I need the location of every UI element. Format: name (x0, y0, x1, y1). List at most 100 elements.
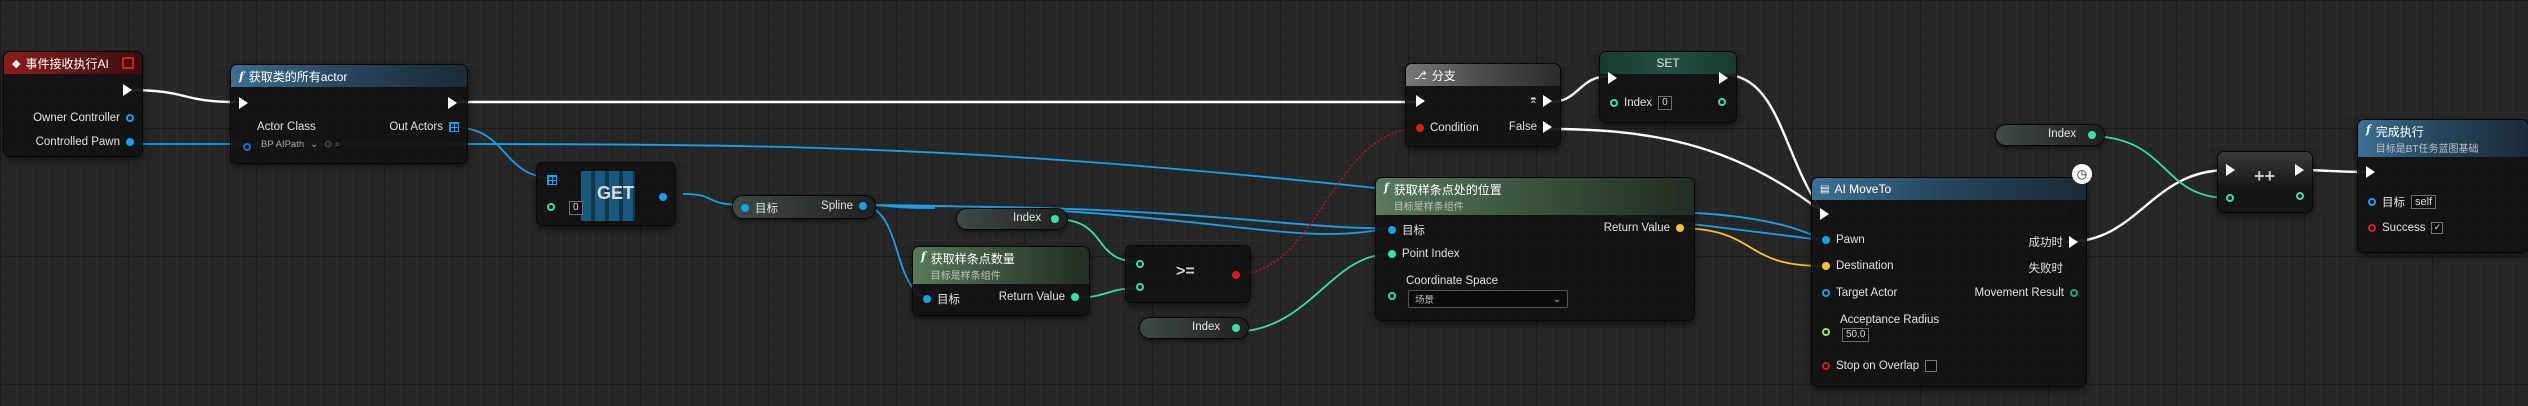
get-location-at-spline-point-node[interactable]: f 获取样条点处的位置 目标是样条组件 目标 Point Index Coord… (1376, 178, 1694, 320)
false-exec-out-pin[interactable] (1543, 121, 1552, 133)
exec-in-pin[interactable] (239, 97, 248, 109)
stop-on-overlap-checkbox[interactable] (1925, 360, 1938, 372)
exec-out-pin[interactable] (2511, 166, 2520, 178)
exec-in-pin[interactable] (1608, 72, 1617, 84)
stop-on-overlap-pin[interactable]: Stop on Overlap (1822, 360, 1938, 372)
set-index-pin[interactable]: Index 0 (1610, 96, 1672, 110)
condition-pin[interactable]: Condition (1416, 122, 1479, 134)
browse-icon[interactable]: ⊙ ⌕ (324, 139, 340, 150)
finish-target-dot[interactable] (2368, 198, 2376, 206)
movement-result-pin[interactable]: Movement Result (1975, 287, 2078, 299)
movement-result-dot[interactable] (2070, 289, 2078, 297)
actor-class-dot[interactable] (243, 143, 251, 151)
success-dot[interactable] (2368, 224, 2376, 232)
spline-count-target-pin[interactable]: 目标 (923, 291, 960, 307)
finish-execute-node[interactable]: f 完成执行 目标是BT任务蓝图基础 目标 self Success ✓ (2358, 120, 2528, 252)
controlled-pawn-pin[interactable]: Controlled Pawn (36, 136, 134, 148)
spline-count-out-dot[interactable] (1071, 293, 1079, 301)
get-spline-point-count-node[interactable]: f 获取样条点数量 目标是样条组件 目标 Return Value (913, 247, 1089, 315)
set-out-dot[interactable] (1718, 98, 1726, 106)
exec-out-pin[interactable] (2069, 208, 2078, 220)
spline-component-node[interactable]: 目标 Spline (733, 196, 875, 218)
spline-out-pin[interactable]: Spline (821, 200, 867, 212)
compare-a-dot[interactable] (1136, 260, 1144, 268)
index-variable-node-3[interactable]: Index (1996, 125, 2104, 145)
out-actors-pin[interactable]: Out Actors (389, 121, 459, 133)
array-icon[interactable] (449, 122, 459, 132)
increment-node[interactable]: ++ (2218, 152, 2312, 212)
set-index-input[interactable]: 0 (1658, 96, 1672, 110)
owner-controller-dot[interactable] (126, 114, 134, 122)
exec-out-pin[interactable] (1719, 72, 1728, 84)
exec-in-pin[interactable] (2366, 166, 2375, 178)
spline-count-target-dot[interactable] (923, 295, 931, 303)
spline-count-out-pin[interactable]: Return Value (999, 291, 1079, 303)
actor-class-select[interactable]: BP AIPath ⌄ ⊙ ⌕ (261, 139, 340, 150)
finish-target-pin[interactable]: 目标 self (2368, 194, 2437, 210)
success-pin[interactable]: Success ✓ (2368, 222, 2444, 234)
increment-out-dot[interactable] (2296, 192, 2304, 200)
actor-class-pin[interactable]: Actor Class (257, 121, 316, 133)
coordinate-space-dropdown[interactable]: 场景 ⌄ (1408, 290, 1568, 308)
get-out-dot[interactable] (659, 193, 667, 201)
index-variable-node-2[interactable]: Index (1140, 318, 1248, 338)
set-index-node[interactable]: SET Index 0 (1600, 52, 1736, 122)
target-actor-pin[interactable]: Target Actor (1822, 287, 1897, 299)
spline-out-dot[interactable] (859, 202, 867, 210)
pawn-pin[interactable]: Pawn (1822, 234, 1865, 246)
exec-out-pin[interactable] (448, 97, 457, 109)
on-success-exec-pin[interactable] (2069, 236, 2078, 248)
on-success-pin[interactable]: 成功时 (2029, 234, 2078, 250)
get-all-actors-node[interactable]: f 获取类的所有actor Actor Class BP AIPath ⌄ ⊙ … (231, 65, 467, 163)
array-in-icon[interactable] (547, 175, 557, 185)
false-pin[interactable]: False (1509, 121, 1552, 133)
index-in-dot[interactable] (547, 203, 555, 211)
spline-target-dot[interactable] (741, 204, 749, 212)
compare-b-dot[interactable] (1136, 283, 1144, 291)
spline-location-target-pin[interactable]: 目标 (1388, 222, 1425, 238)
spline-location-return-dot[interactable] (1676, 224, 1684, 232)
stop-on-overlap-dot[interactable] (1822, 362, 1830, 370)
exec-in-pin[interactable] (2226, 164, 2235, 176)
owner-controller-pin[interactable]: Owner Controller (33, 112, 134, 124)
spline-location-target-dot[interactable] (1388, 226, 1396, 234)
delegate-pin-icon[interactable] (122, 57, 134, 69)
spline-location-out-pin[interactable]: Return Value (1604, 222, 1684, 234)
destination-dot[interactable] (1822, 262, 1830, 270)
point-index-dot[interactable] (1388, 250, 1396, 258)
controlled-pawn-dot[interactable] (126, 138, 134, 146)
exec-out-pin[interactable] (123, 84, 132, 96)
index-variable-node-1[interactable]: Index (957, 209, 1067, 229)
on-fail-exec-pin[interactable] (2069, 262, 2078, 274)
increment-in-dot[interactable] (2226, 194, 2234, 202)
target-actor-dot[interactable] (1822, 289, 1830, 297)
success-checkbox[interactable]: ✓ (2431, 222, 2444, 234)
spline-target-pin[interactable]: 目标 (741, 200, 778, 216)
compare-out-dot[interactable] (1232, 271, 1240, 279)
coordinate-space-dot[interactable] (1388, 292, 1396, 300)
index-out-dot-1[interactable] (1051, 215, 1059, 223)
exec-in-pin[interactable] (1416, 95, 1425, 107)
acceptance-radius-dot[interactable] (1822, 328, 1830, 336)
index-input[interactable]: 0 (569, 201, 583, 215)
index-out-dot-3[interactable] (2088, 131, 2096, 139)
exec-in-pin[interactable] (1820, 208, 1829, 220)
branch-node[interactable]: ⎇ 分支 ⌆ Condition False (1406, 64, 1560, 146)
acceptance-radius-input[interactable]: 50.0 (1842, 328, 1870, 342)
on-fail-pin[interactable]: 失败时 (2029, 260, 2078, 276)
event-receive-execute-ai-node[interactable]: ◆ 事件接收执行AI Owner Controller Controlled P… (4, 52, 142, 156)
point-index-pin[interactable]: Point Index (1388, 248, 1460, 260)
exec-out-pin[interactable] (2295, 164, 2304, 176)
condition-dot[interactable] (1416, 124, 1424, 132)
ai-moveto-node[interactable]: ▤ AI MoveTo ◷ Pawn Destination Target Ac… (1812, 164, 2092, 386)
index-out-dot-2[interactable] (1232, 324, 1240, 332)
coordinate-space-pin[interactable]: Coordinate Space (1406, 275, 1498, 287)
finish-target-input[interactable]: self (2411, 195, 2437, 209)
array-get-node[interactable]: GET 0 (537, 163, 675, 225)
destination-pin[interactable]: Destination (1822, 260, 1894, 272)
true-exec-out-pin[interactable] (1543, 95, 1552, 107)
set-index-dot[interactable] (1610, 99, 1618, 107)
greater-equal-node[interactable]: >= (1126, 246, 1250, 302)
pawn-dot[interactable] (1822, 236, 1830, 244)
acceptance-radius-pin[interactable]: Acceptance Radius (1840, 314, 1939, 326)
